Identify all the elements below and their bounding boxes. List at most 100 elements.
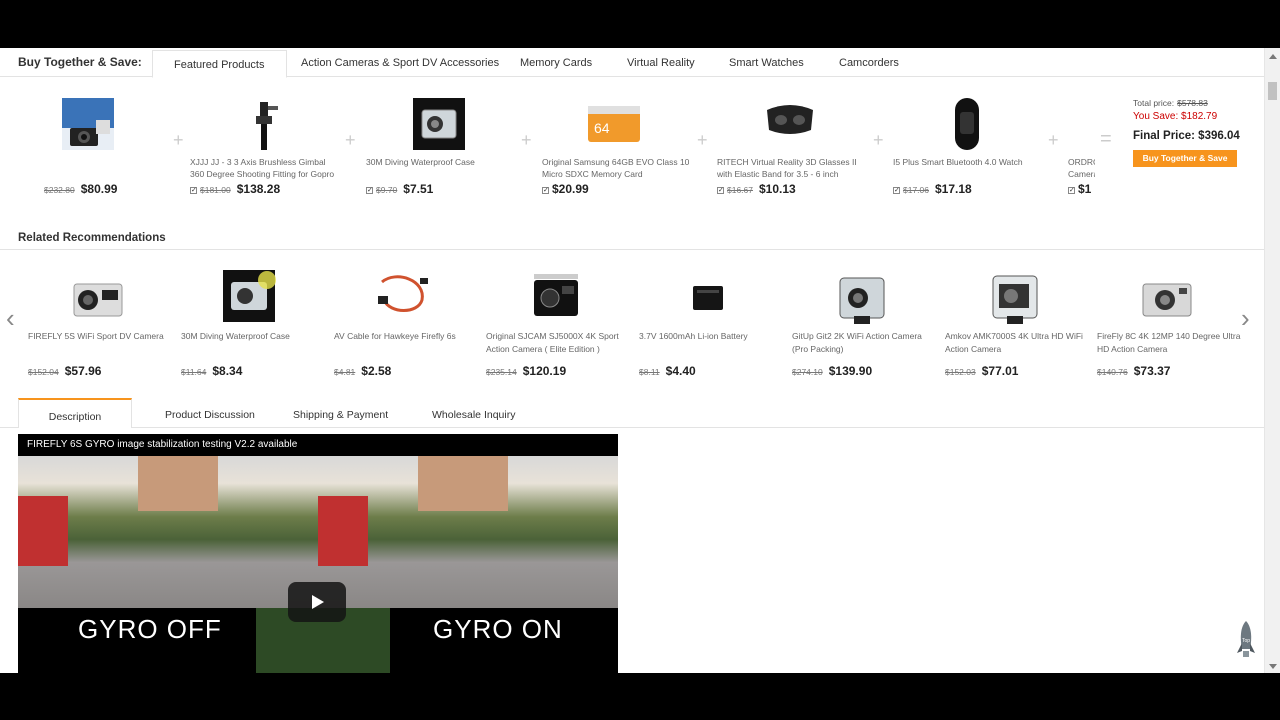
bundle-item-name[interactable]: RITECH Virtual Reality 3D Glasses II wit… — [717, 156, 867, 180]
tab-virtual-reality[interactable]: Virtual Reality — [627, 57, 695, 69]
action-camera-icon[interactable] — [62, 98, 114, 150]
bundle-item-name[interactable]: Original Samsung 64GB EVO Class 10 Micro… — [542, 156, 692, 180]
related-item-name[interactable]: FIREFLY 5S WiFi Sport DV Camera — [28, 330, 173, 343]
bundle-item-name[interactable]: ORDRO Camera — [1068, 156, 1095, 180]
final-price: Final Price: $396.04 — [1133, 130, 1240, 142]
you-save: You Save: $182.79 — [1133, 111, 1218, 122]
video-player[interactable]: FIREFLY 6S GYRO image stabilization test… — [18, 434, 618, 673]
new-price: $1 — [1078, 182, 1092, 196]
new-price: $139.90 — [828, 364, 873, 378]
plus-icon: + — [345, 130, 356, 150]
bundle-prices: ✓ $20.99 — [542, 180, 589, 198]
bundle-item-name[interactable]: I5 Plus Smart Bluetooth 4.0 Watch — [893, 156, 1043, 168]
gimbal-icon[interactable] — [238, 98, 290, 150]
new-price: $138.28 — [236, 182, 281, 196]
bundle-prices: ✓ $16.67 $10.13 — [717, 180, 796, 198]
storefront — [318, 496, 368, 566]
checkbox[interactable]: ✓ — [1068, 187, 1075, 194]
buy-together-title: Buy Together & Save: — [18, 55, 142, 69]
scroll-up-icon[interactable] — [1269, 54, 1277, 59]
checkbox[interactable]: ✓ — [190, 187, 197, 194]
related-item-name[interactable]: FireFly 8C 4K 12MP 140 Degree Ultra HD A… — [1097, 330, 1242, 356]
bundle-prices: ✓ $181.00 $138.28 — [190, 180, 280, 198]
tab-shipping-payment[interactable]: Shipping & Payment — [293, 409, 388, 421]
tab-featured-products[interactable]: Featured Products — [152, 50, 287, 78]
new-price: $4.40 — [665, 364, 696, 378]
back-to-top-rocket-icon[interactable]: Top — [1236, 621, 1256, 663]
related-prices: $4.81 $2.58 — [334, 362, 391, 380]
plus-icon: + — [1048, 130, 1059, 150]
building — [418, 456, 508, 511]
action-camera-icon[interactable] — [1139, 270, 1195, 326]
related-item-name[interactable]: Original SJCAM SJ5000X 4K Sport Action C… — [486, 330, 631, 356]
total-value: $578.83 — [1177, 98, 1208, 108]
tab-wholesale-inquiry[interactable]: Wholesale Inquiry — [432, 409, 515, 421]
waterproof-case-icon[interactable] — [223, 270, 279, 326]
page-scrollbar[interactable] — [1264, 48, 1280, 673]
new-price: $80.99 — [80, 182, 118, 196]
tab-product-discussion[interactable]: Product Discussion — [165, 409, 255, 421]
checkbox[interactable]: ✓ — [542, 187, 549, 194]
bundle-prices: ✓ $1 — [1068, 180, 1091, 198]
related-item-name[interactable]: AV Cable for Hawkeye Firefly 6s — [334, 330, 479, 343]
new-price: $10.13 — [759, 182, 796, 196]
scroll-down-icon[interactable] — [1269, 664, 1277, 669]
action-camera-icon[interactable] — [528, 270, 584, 326]
tab-memory-cards[interactable]: Memory Cards — [520, 57, 592, 69]
related-prices: $11.64 $8.34 — [181, 362, 242, 380]
related-prices: $8.11 $4.40 — [639, 362, 696, 380]
plus-icon: + — [697, 130, 708, 150]
related-prices: $152.04 $57.96 — [28, 362, 101, 380]
related-item-name[interactable]: GitUp Git2 2K WiFi Action Camera (Pro Pa… — [792, 330, 937, 356]
action-camera-icon[interactable] — [987, 270, 1043, 326]
related-prices: $140.76 $73.37 — [1097, 362, 1170, 380]
tab-description[interactable]: Description — [18, 398, 132, 428]
buy-together-button[interactable]: Buy Together & Save — [1133, 150, 1237, 167]
old-price: $17.06 — [903, 185, 929, 195]
play-icon[interactable] — [288, 582, 346, 622]
buy-together-tabbar: Buy Together & Save: Featured Products A… — [0, 48, 1264, 78]
plus-icon: + — [873, 130, 884, 150]
old-price: $274.10 — [792, 367, 823, 377]
new-price: $120.19 — [522, 364, 567, 378]
old-price: $235.14 — [486, 367, 517, 377]
svg-text:64: 64 — [594, 120, 610, 136]
related-item-name[interactable]: 30M Diving Waterproof Case — [181, 330, 326, 343]
bundle-item-name[interactable]: 30M Diving Waterproof Case — [366, 156, 516, 168]
total-label: Total price: — [1133, 98, 1175, 108]
gyro-on-label: GYRO ON — [433, 614, 563, 644]
bundle-prices: ✓ $17.06 $17.18 — [893, 180, 972, 198]
smart-watch-icon[interactable] — [941, 98, 993, 150]
related-item-name[interactable]: 3.7V 1600mAh Li-ion Battery — [639, 330, 784, 343]
building — [138, 456, 218, 511]
new-price: $57.96 — [64, 364, 102, 378]
total-price: Total price: $578.83 — [1133, 98, 1253, 108]
related-item-name[interactable]: Amkov AMK7000S 4K Ultra HD WiFi Action C… — [945, 330, 1090, 356]
tab-camcorders[interactable]: Camcorders — [839, 57, 899, 69]
checkbox[interactable]: ✓ — [717, 187, 724, 194]
old-price: $152.03 — [945, 367, 976, 377]
battery-icon[interactable] — [681, 270, 737, 326]
storefront — [18, 496, 68, 566]
carousel-next-icon[interactable]: › — [1241, 303, 1250, 334]
action-camera-icon[interactable] — [834, 270, 890, 326]
checkbox[interactable]: ✓ — [366, 187, 373, 194]
scrollbar-thumb[interactable] — [1268, 82, 1277, 100]
tab-smart-watches[interactable]: Smart Watches — [729, 57, 804, 69]
carousel-prev-icon[interactable]: ‹ — [6, 303, 15, 334]
checkbox[interactable]: ✓ — [893, 187, 900, 194]
new-price: $7.51 — [403, 182, 434, 196]
bundle-item-name[interactable]: XJJJ JJ - 3 3 Axis Brushless Gimbal 360 … — [190, 156, 340, 180]
plus-icon: + — [173, 130, 184, 150]
related-prices: $274.10 $139.90 — [792, 362, 872, 380]
old-price: $181.00 — [200, 185, 231, 195]
memory-card-icon[interactable]: 64 — [588, 106, 640, 158]
tab-action-cameras[interactable]: Action Cameras & Sport DV Accessories — [301, 57, 499, 69]
bundle-summary: Total price: $578.83 You Save: $182.79 Fi… — [1133, 98, 1253, 167]
action-camera-icon[interactable] — [70, 270, 126, 326]
old-price: $8.11 — [639, 367, 660, 377]
vr-glasses-icon[interactable] — [763, 100, 815, 152]
cable-icon[interactable] — [376, 270, 432, 326]
new-price: $8.34 — [212, 364, 243, 378]
waterproof-case-icon[interactable] — [413, 98, 465, 150]
